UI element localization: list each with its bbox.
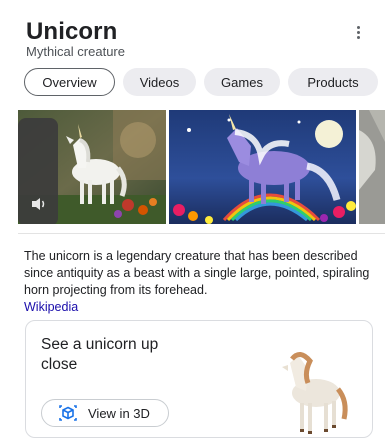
view-in-3d-button[interactable]: View in 3D <box>41 399 169 427</box>
dot <box>356 35 360 39</box>
view-3d-card: See a unicorn up close View in 3D <box>25 320 373 438</box>
description-text: The unicorn is a legendary creature that… <box>24 249 370 297</box>
unicorn-3d-model-image <box>282 352 348 434</box>
view-in-3d-label: View in 3D <box>88 405 150 421</box>
page-subtitle: Mythical creature <box>26 44 125 59</box>
more-options-icon[interactable] <box>350 22 366 42</box>
fantasy-unicorn-rainbow-image[interactable] <box>169 110 356 224</box>
tab-overview[interactable]: Overview <box>24 68 115 96</box>
unicorn-partial-image[interactable] <box>359 110 385 224</box>
card-title: See a unicorn up close <box>41 336 159 373</box>
3d-cube-icon <box>59 405 77 421</box>
tab-videos[interactable]: Videos <box>123 68 196 96</box>
tab-games[interactable]: Games <box>204 68 280 96</box>
section-divider <box>18 233 385 234</box>
white-unicorn-image[interactable] <box>18 110 166 224</box>
dot <box>356 30 360 34</box>
dot <box>356 25 360 29</box>
wikipedia-link[interactable]: Wikipedia <box>24 300 78 314</box>
tab-products[interactable]: Products <box>288 68 378 96</box>
volume-icon[interactable] <box>30 196 48 212</box>
description: The unicorn is a legendary creature that… <box>24 248 376 316</box>
page-title: Unicorn <box>26 18 118 45</box>
tab-bar: Overview Videos Games Products <box>24 68 378 96</box>
image-gallery <box>18 110 385 224</box>
